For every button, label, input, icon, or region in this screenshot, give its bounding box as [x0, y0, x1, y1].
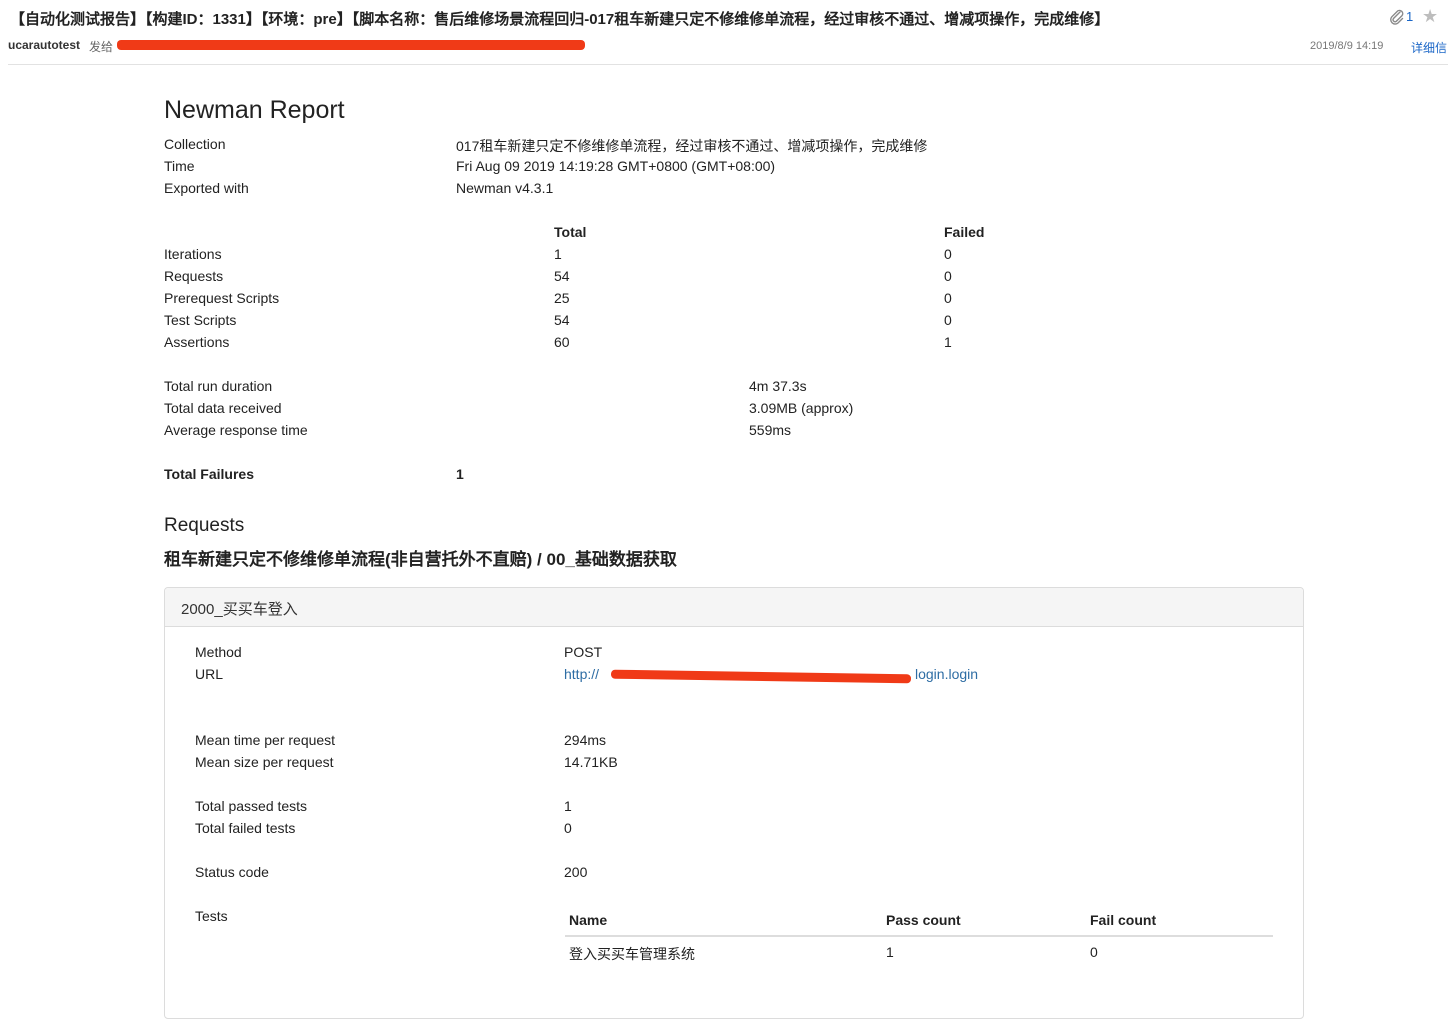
summary-header-failed: Failed [944, 224, 985, 240]
mean-time-label: Mean time per request [195, 732, 336, 748]
mail-subject: 【自动化测试报告】【构建ID：1331】【环境：pre】【脚本名称：售后维修场景… [10, 11, 1110, 28]
meta-label-collection: Collection [164, 136, 226, 152]
report-title: Newman Report [164, 96, 345, 124]
meta-value-time: Fri Aug 09 2019 14:19:28 GMT+0800 (GMT+0… [456, 158, 776, 174]
summary-total-test-scripts: 54 [554, 312, 570, 328]
run-label-duration: Total run duration [164, 378, 273, 394]
method-label: Method [195, 644, 242, 660]
summary-total-prerequest: 25 [554, 290, 570, 306]
header-divider [8, 64, 1448, 65]
tests-header-fail: Fail count [1090, 912, 1157, 928]
summary-total-iterations: 1 [554, 246, 562, 262]
passed-tests-label: Total passed tests [195, 798, 308, 814]
run-value-duration: 4m 37.3s [749, 378, 807, 394]
summary-label-prerequest: Prerequest Scripts [164, 290, 280, 306]
summary-failed-assertions: 1 [944, 334, 952, 350]
request-panel-header[interactable]: 2000_买买车登入 [165, 588, 1303, 627]
summary-failed-test-scripts: 0 [944, 312, 952, 328]
tests-header-name: Name [569, 912, 608, 928]
star-icon[interactable]: ★ [1422, 6, 1438, 27]
summary-total-requests: 54 [554, 268, 570, 284]
method-value: POST [564, 644, 603, 660]
summary-label-test-scripts: Test Scripts [164, 312, 237, 328]
url-suffix[interactable]: login.login [915, 666, 978, 682]
run-value-response: 559ms [749, 422, 792, 438]
status-code-label: Status code [195, 864, 269, 880]
meta-label-time: Time [164, 158, 195, 174]
meta-label-exported: Exported with [164, 180, 249, 196]
test-row-fail: 0 [1090, 944, 1098, 960]
url-label: URL [195, 666, 224, 682]
summary-label-requests: Requests [164, 268, 224, 284]
url-redaction [610, 669, 912, 684]
summary-total-assertions: 60 [554, 334, 570, 350]
url-prefix[interactable]: http:// [564, 666, 599, 682]
paperclip-icon[interactable] [1388, 8, 1406, 26]
meta-value-exported: Newman v4.3.1 [456, 180, 554, 196]
requests-heading: Requests [164, 515, 245, 536]
summary-header-total: Total [554, 224, 587, 240]
passed-tests-value: 1 [564, 798, 572, 814]
recipients-redaction [117, 40, 585, 50]
summary-label-assertions: Assertions [164, 334, 230, 350]
run-value-data: 3.09MB (approx) [749, 400, 854, 416]
folder-title: 租车新建只定不修维修单流程(非自营托外不直赔) / 00_基础数据获取 [164, 550, 677, 569]
mean-size-label: Mean size per request [195, 754, 334, 770]
tests-header-pass: Pass count [886, 912, 961, 928]
meta-value-collection: 017租车新建只定不修维修单流程，经过审核不通过、增减项操作，完成维修 [456, 138, 928, 154]
summary-failed-requests: 0 [944, 268, 952, 284]
mail-date: 2019/8/9 14:19 [1310, 40, 1384, 52]
summary-failed-iterations: 0 [944, 246, 952, 262]
mean-size-value: 14.71KB [564, 754, 618, 770]
summary-label-iterations: Iterations [164, 246, 222, 262]
tests-header-divider [565, 935, 1273, 937]
mail-sender[interactable]: ucarautotest [8, 38, 80, 52]
total-failures-value: 1 [456, 466, 464, 482]
attachment-count[interactable]: 1 [1406, 9, 1413, 24]
request-name: 2000_买买车登入 [181, 601, 298, 618]
summary-failed-prerequest: 0 [944, 290, 952, 306]
test-row-pass: 1 [886, 944, 894, 960]
test-row-name: 登入买买车管理系统 [569, 946, 695, 962]
mail-to-label: 发给 [89, 40, 114, 54]
run-label-data: Total data received [164, 400, 282, 416]
mean-time-value: 294ms [564, 732, 607, 748]
failed-tests-label: Total failed tests [195, 820, 296, 836]
tests-label: Tests [195, 908, 228, 924]
total-failures-label: Total Failures [164, 466, 254, 482]
run-label-response: Average response time [164, 422, 308, 438]
request-panel: 2000_买买车登入 Method POST URL http:// login… [164, 587, 1304, 1019]
details-link[interactable]: 详细信 [1411, 39, 1447, 56]
status-code-value: 200 [564, 864, 588, 880]
failed-tests-value: 0 [564, 820, 572, 836]
